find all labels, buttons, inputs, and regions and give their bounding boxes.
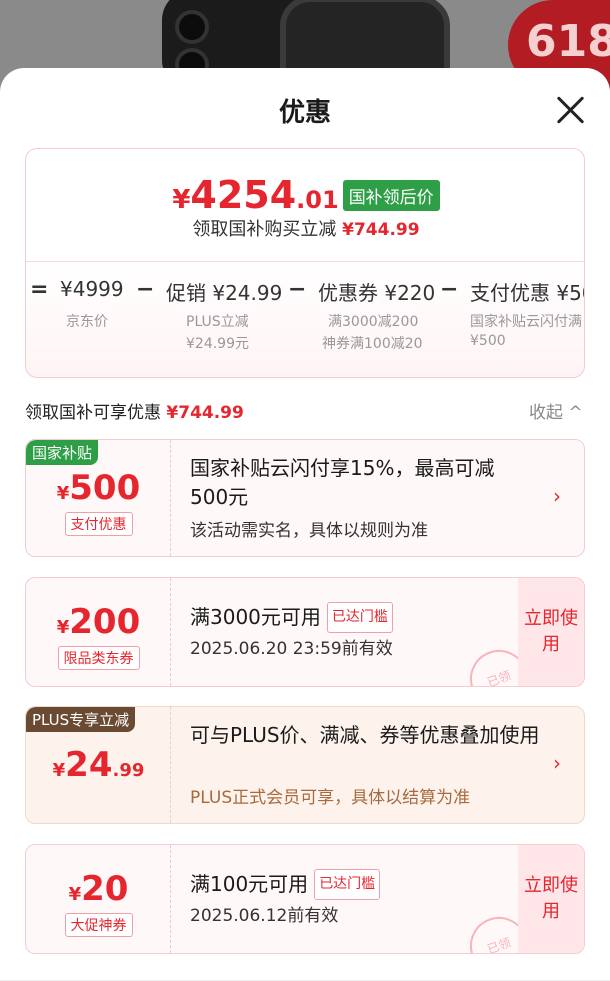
use-now-button[interactable]: 立即使用 bbox=[518, 845, 584, 953]
coupon-title: 满3000元可用 已达门槛 bbox=[190, 602, 393, 633]
operator: − bbox=[288, 277, 307, 302]
summary-subtitle: 领取国补购买立减 ¥744.99 bbox=[192, 219, 420, 240]
breakdown-note: PLUS立减 bbox=[186, 314, 249, 330]
coupon-amount: ¥200 bbox=[56, 602, 141, 642]
price-tag: 国补领后价 bbox=[342, 179, 440, 211]
coupon-amount: ¥24.99 bbox=[52, 745, 145, 785]
divider bbox=[26, 261, 584, 262]
discount-sheet: 优惠 ¥4254.01 国补领后价 领取国补购买立减 ¥744.99 = ¥499… bbox=[0, 68, 610, 981]
price-breakdown: = ¥4999 京东价 − 促销 ¥24.99 PLUS立减 ¥24.99元 −… bbox=[26, 277, 585, 377]
chevron-right-icon[interactable]: › bbox=[553, 751, 561, 775]
coupon-desc: 该活动需实名，具体以规则为准 bbox=[190, 521, 428, 541]
use-now-button[interactable]: 立即使用 bbox=[518, 578, 584, 686]
breakdown-note: 满3000减200 bbox=[328, 314, 419, 330]
coupon-type-chip: 限品类东券 bbox=[26, 646, 171, 670]
corner-tag: 国家补贴 bbox=[26, 440, 99, 465]
operator: = bbox=[30, 277, 49, 302]
coupon-title: 国家补贴云闪付享15%，最高可减500元 bbox=[190, 456, 495, 509]
coupon-card: ¥200 限品类东券 满3000元可用 已达门槛 2025.06.20 23:59… bbox=[25, 577, 585, 687]
coupon-amount-panel: 国家补贴 ¥500 支付优惠 bbox=[26, 440, 171, 556]
coupon-card[interactable]: PLUS专享立减 ¥24.99 可与PLUS价、满减、券等优惠叠加使用 PLUS… bbox=[25, 706, 585, 824]
final-price: ¥4254.01 bbox=[172, 173, 339, 217]
coupon-amount-panel: ¥200 限品类东券 bbox=[26, 578, 171, 686]
sheet-title: 优惠 bbox=[278, 98, 331, 128]
operator: − bbox=[136, 277, 155, 302]
close-icon[interactable] bbox=[553, 92, 589, 128]
threshold-badge: 已达门槛 bbox=[326, 602, 393, 633]
camera-lens bbox=[175, 10, 209, 44]
price-summary-card: ¥4254.01 国补领后价 领取国补购买立减 ¥744.99 = ¥4999 京… bbox=[25, 148, 585, 378]
coupon-title: 满100元可用 已达门槛 bbox=[190, 869, 381, 900]
coupon-title: 可与PLUS价、满减、券等优惠叠加使用 bbox=[190, 723, 540, 747]
breakdown-note: 神券满100减20 bbox=[322, 336, 423, 352]
chevron-right-icon[interactable]: › bbox=[553, 484, 561, 508]
section-label: 领取国补可享优惠 ¥744.99 bbox=[25, 403, 244, 423]
breakdown-value: 促销 ¥24.99 bbox=[166, 281, 283, 305]
breakdown-value: 优惠券 ¥220 bbox=[318, 281, 436, 305]
coupon-desc: PLUS正式会员可享，具体以结算为准 bbox=[190, 788, 471, 808]
coupon-desc: 2025.06.12前有效 bbox=[190, 906, 339, 926]
collapse-button[interactable]: 收起 ^ bbox=[529, 398, 583, 423]
coupon-card: ¥20 大促神券 满100元可用 已达门槛 2025.06.12前有效 已领 立即… bbox=[25, 844, 585, 954]
coupon-type-chip: 大促神券 bbox=[26, 913, 171, 937]
coupon-card[interactable]: 国家补贴 ¥500 支付优惠 国家补贴云闪付享15%，最高可减500元 该活动需… bbox=[25, 439, 585, 557]
breakdown-note: ¥24.99元 bbox=[186, 336, 249, 352]
breakdown-note: ¥500 bbox=[470, 333, 506, 349]
breakdown-note: 国家补贴云闪付满 bbox=[470, 314, 582, 330]
coupon-desc: 2025.06.20 23:59前有效 bbox=[190, 639, 393, 659]
operator: − bbox=[440, 277, 459, 302]
coupon-amount-panel: ¥20 大促神券 bbox=[26, 845, 171, 953]
breakdown-value: ¥4999 bbox=[60, 277, 124, 301]
threshold-badge: 已达门槛 bbox=[314, 869, 381, 900]
breakdown-value: 支付优惠 ¥50 bbox=[470, 281, 585, 305]
corner-tag: PLUS专享立减 bbox=[26, 707, 136, 732]
coupon-amount: ¥500 bbox=[56, 468, 141, 508]
coupon-type-chip: 支付优惠 bbox=[26, 512, 171, 536]
breakdown-note: 京东价 bbox=[66, 314, 108, 330]
coupon-amount: ¥20 bbox=[68, 869, 129, 909]
coupon-amount-panel: PLUS专享立减 ¥24.99 bbox=[26, 707, 171, 823]
